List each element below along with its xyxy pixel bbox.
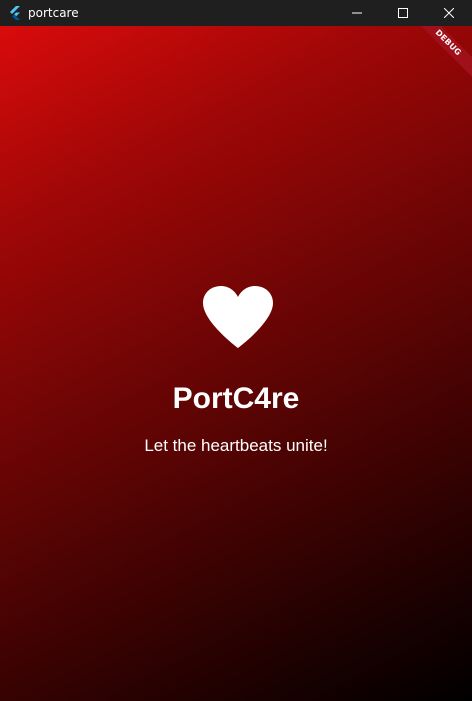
window-controls (334, 0, 472, 26)
maximize-icon (398, 8, 408, 18)
window-titlebar[interactable]: portcare (0, 0, 472, 26)
splash-screen: DEBUG PortC4re Let the heartbeats unite! (0, 26, 472, 701)
minimize-button[interactable] (334, 0, 380, 26)
maximize-button[interactable] (380, 0, 426, 26)
close-icon (444, 8, 454, 18)
window-title: portcare (28, 6, 79, 20)
heart-icon (203, 286, 273, 348)
app-name: PortC4re (172, 382, 300, 415)
debug-label: DEBUG (412, 26, 472, 84)
minimize-icon (352, 12, 362, 14)
debug-banner: DEBUG (412, 26, 472, 86)
tagline: Let the heartbeats unite! (144, 436, 328, 455)
flutter-icon (8, 6, 22, 20)
close-button[interactable] (426, 0, 472, 26)
